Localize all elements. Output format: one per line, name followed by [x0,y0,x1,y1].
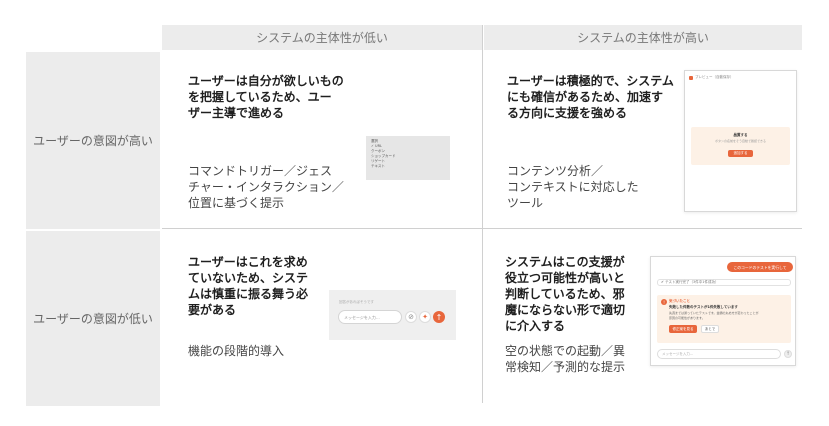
preview-box: 品質する ボタンの名前をそう自動で確認できる 追加する [691,127,790,165]
arrow-up-icon: ↑ [785,351,791,357]
row-label-text: ユーザーの意図が低い [33,312,153,326]
chat-input-placeholder: メッセージを入力... [344,314,380,320]
q4-title-line: 判断しているため、邪 [505,287,625,301]
q4-title-line: 役立つ可能性が高いと [505,271,626,285]
q1-title: ユーザーは自分が欲しいもの を把握しているため、ユー ザー主導で進める [188,73,388,121]
attach-icon[interactable]: ⊘ [405,311,417,323]
row-label-intent-high: ユーザーの意図が高い [26,52,160,229]
q1-desc-line: コマンドトリガー／ジェス [188,164,333,178]
q4-title-line: システムはこの支援が [505,255,625,269]
q3-title-line: 要がある [188,303,237,317]
chat-hint-text: 回答があればそうです [339,300,374,304]
mock-alert-chat: このコードのテストを実行して ✔ テスト実行完了（3件中1件成功） ! 気づいた… [650,256,796,366]
alert-send-button[interactable]: ↑ [784,350,792,358]
mock-preview-panel: プレビュー（自動保存） 品質する ボタンの名前をそう自動で確認できる 追加する [684,70,797,212]
q4-title: システムはこの支援が 役立つ可能性が高いと 判断しているため、邪 魔にならない形… [505,254,635,334]
q2-description: コンテンツ分析／ コンテキストに対応した ツール [507,163,687,211]
q3-desc-line: 機能の段階的導入 [188,344,285,358]
alert-chat-input[interactable]: メッセージを入力... [657,349,781,359]
sparkle-icon[interactable]: ✦ [419,311,431,323]
q1-title-line: を把握しているため、ユー [188,90,332,104]
q2-desc-line: ツール [507,196,544,210]
q1-desc-line: 位置に基づく提示 [188,196,285,210]
header-system-agency-high: システムの主体性が高い [484,25,802,50]
header-label: システムの主体性が低い [256,31,388,45]
q1-description: コマンドトリガー／ジェス チャー・インタラクション／ 位置に基づく提示 [188,163,388,211]
test-status: ✔ テスト実行完了（3件中1件成功） [657,279,791,286]
q1-title-line: ユーザーは自分が欲しいもの [188,74,344,88]
q2-desc-line: コンテキストに対応した [507,180,639,194]
q3-title: ユーザーはこれを求め ていないため、システ ムは慎重に振る舞う必 要がある [188,254,338,318]
menu-item[interactable]: テキスト [371,164,445,169]
view-fix-button[interactable]: 修正案を見る [669,325,697,333]
q3-title-line: ユーザーはこれを求め [188,255,308,269]
later-button[interactable]: あとで [701,325,719,333]
preview-box-subtitle: ボタンの名前をそう自動で確認できる [715,139,766,143]
q3-title-line: ていないため、システ [188,271,309,285]
mock-chat-input: 回答があればそうです メッセージを入力... ⊘ ✦ ↑ [329,290,456,340]
q4-description: 空の状態での起動／異 常検知／予測的な提示 [505,343,635,375]
send-button[interactable]: ↑ [433,311,445,323]
header-system-agency-low: システムの主体性が低い [162,25,482,50]
preview-header-text: プレビュー（自動保存） [695,75,734,79]
check-icon: ✔ [661,280,664,284]
row-label-text: ユーザーの意図が高い [33,134,153,148]
alert-box: ! 気づいたこと 失敗した件数のテストが1件失敗しています 先週までは通っていた… [657,295,791,343]
q3-description: 機能の段階的導入 [188,343,338,359]
q1-desc-line: チャー・インタラクション／ [188,180,344,194]
q4-title-line: 魔にならない形で適切 [505,303,626,317]
mock-dropdown-menu: 選択 ✓ URL クーポン ショップカード リゲート テキスト [366,136,450,180]
q3-title-line: ムは慎重に振る舞う必 [188,287,309,301]
run-test-button[interactable]: このコードのテストを実行して [727,262,793,272]
q2-title-line: ユーザーは積極的で、システム [507,74,674,88]
test-status-text: テスト実行完了（3件中1件成功） [665,280,719,284]
q2-desc-line: コンテンツ分析／ [507,164,604,178]
q4-desc-line: 空の状態での起動／異 [505,344,626,358]
row-label-intent-low: ユーザーの意図が低い [26,231,160,406]
arrow-up-icon: ↑ [435,312,443,322]
alert-body: 原因の可能性があります。 [669,316,705,320]
q1-title-line: ザー主導で進める [188,106,285,120]
preview-header: プレビュー（自動保存） [689,75,734,80]
alert-icon: ! [661,299,667,305]
vertical-divider [482,25,483,403]
alert-heading: 失敗した件数のテストが1件失敗しています [669,305,738,309]
header-label: システムの主体性が高い [577,31,709,45]
chat-input-field[interactable]: メッセージを入力... [338,310,402,324]
q2-title-line: にも確信があるため、加速す [507,90,664,104]
alert-title: 気づいたこと [669,299,690,303]
alert-input-placeholder: メッセージを入力... [662,351,694,356]
q4-title-line: に介入する [505,319,566,333]
preview-add-button[interactable]: 追加する [728,150,753,157]
preview-logo-icon [689,75,693,80]
q2-title-line: る方向に支援を強める [507,106,628,120]
preview-box-title: 品質する [733,133,748,137]
q2-title: ユーザーは積極的で、システム にも確信があるため、加速す る方向に支援を強める [507,73,687,121]
q4-desc-line: 常検知／予測的な提示 [505,360,626,374]
